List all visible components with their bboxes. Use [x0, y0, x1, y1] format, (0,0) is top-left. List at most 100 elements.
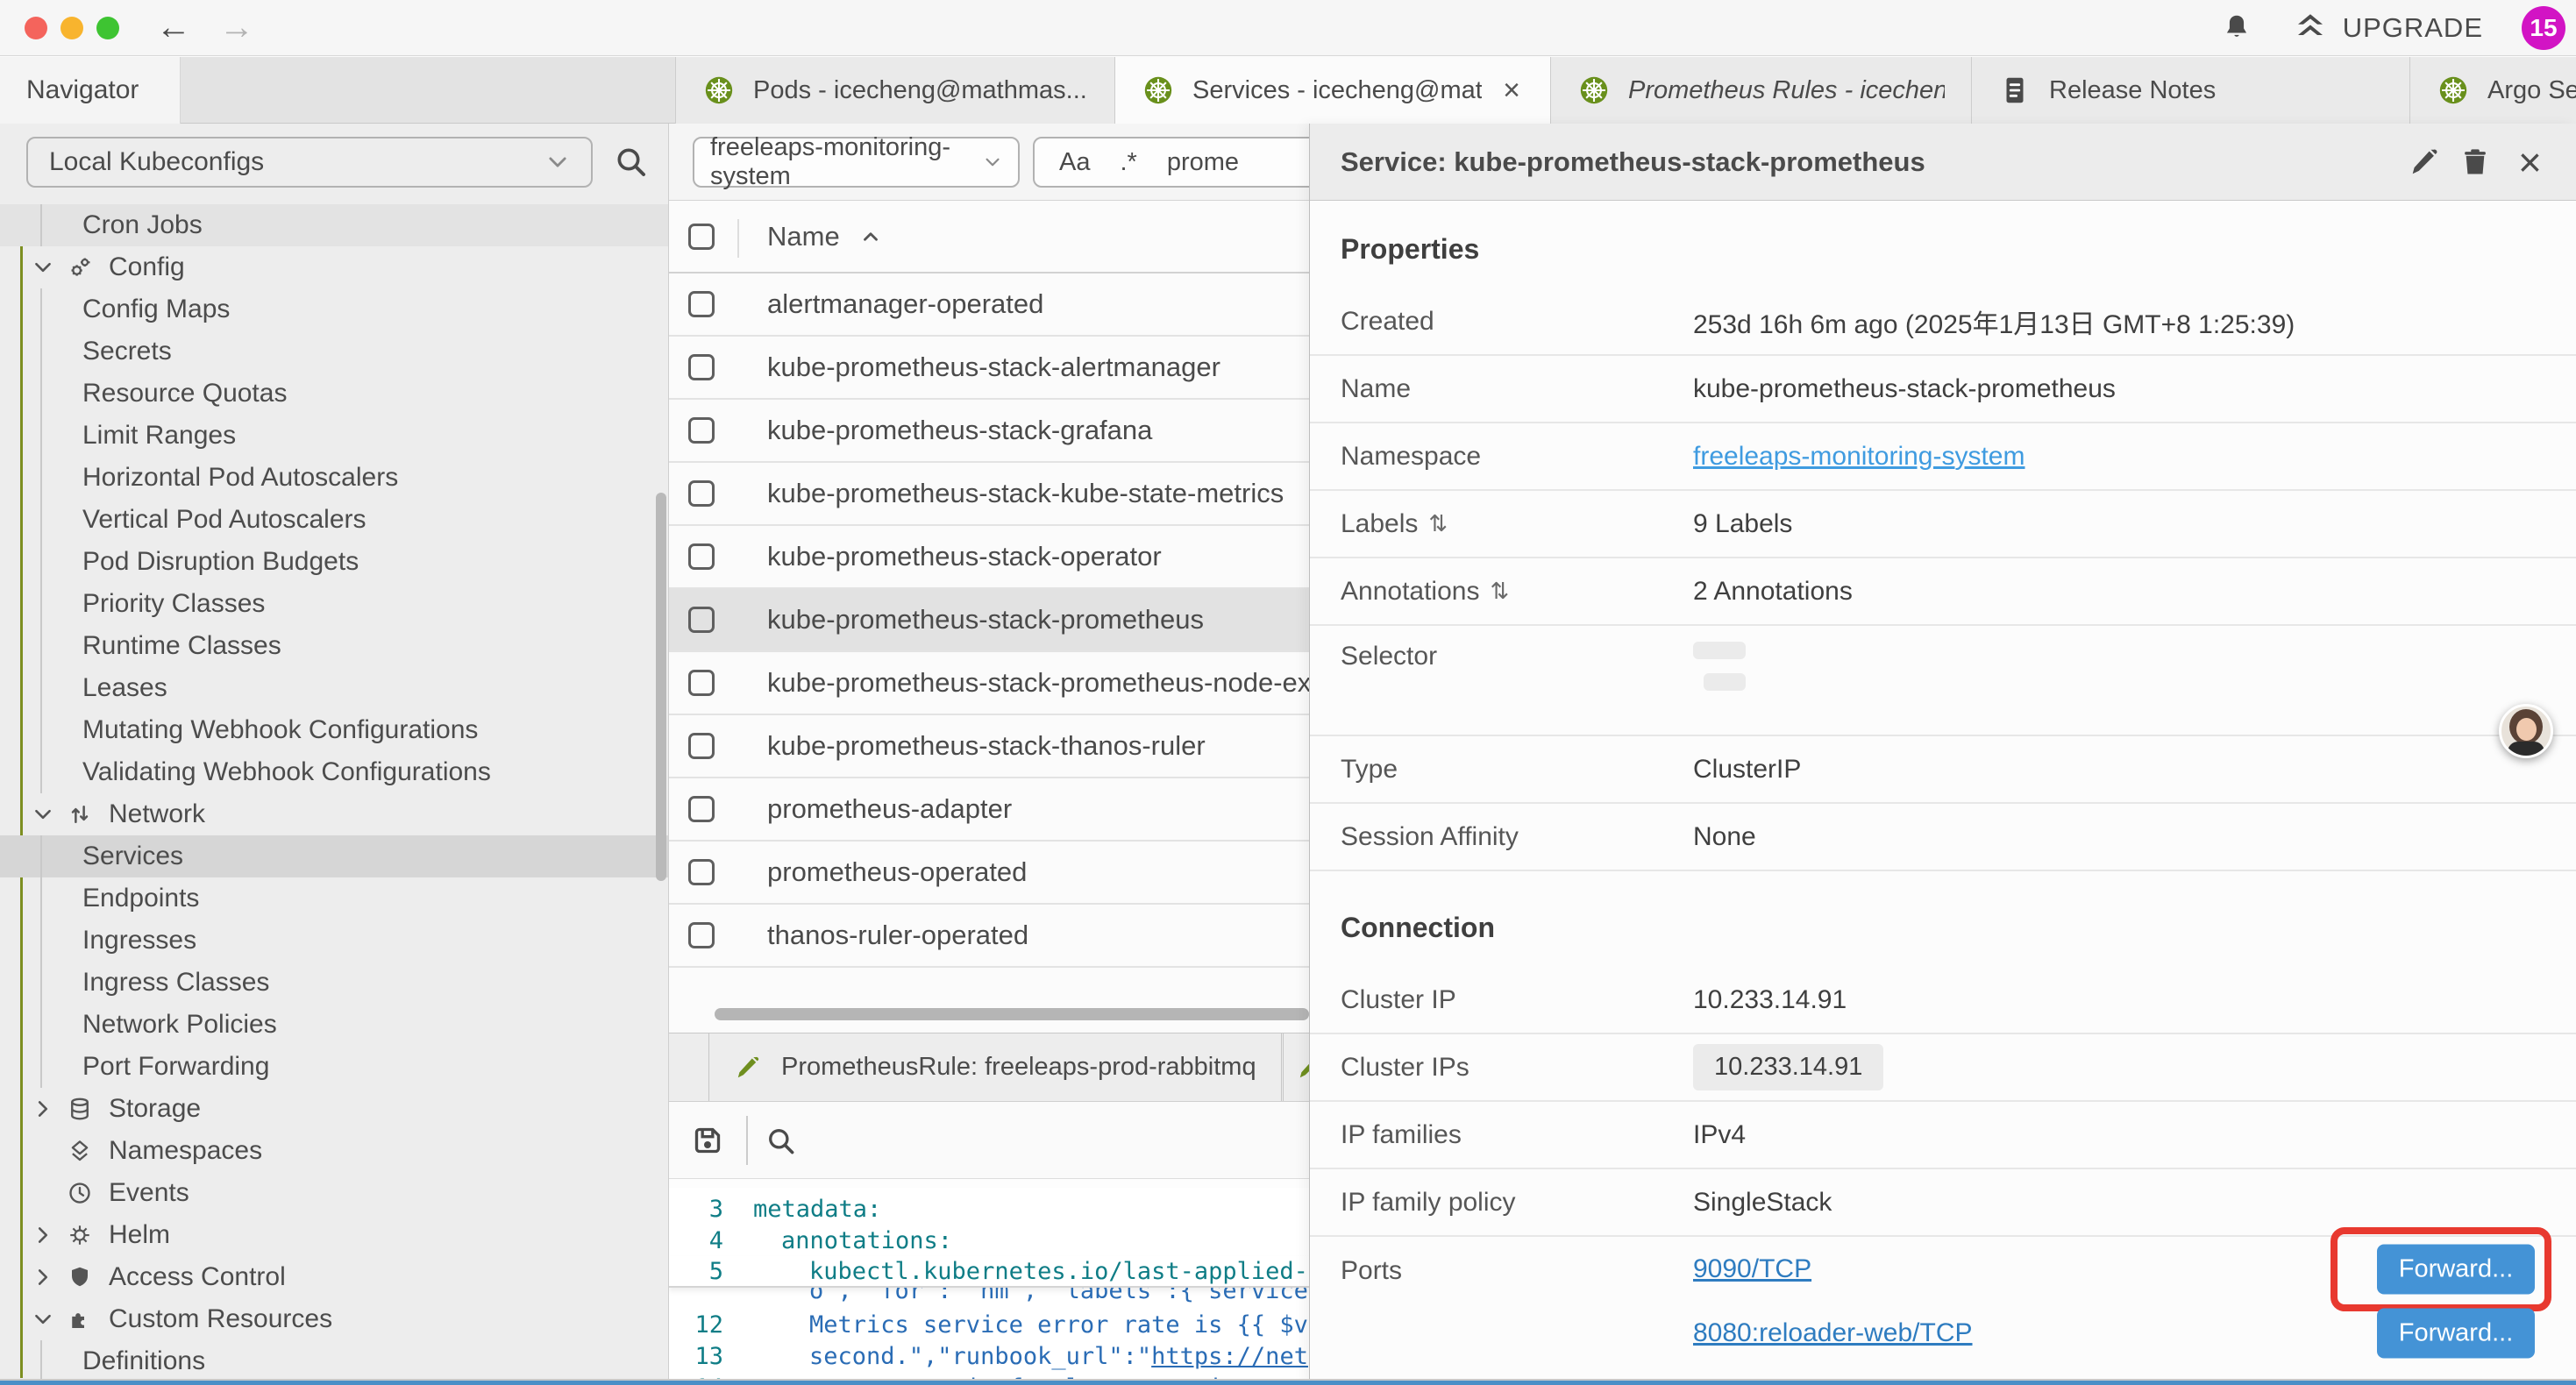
sidebar-tree-item[interactable]: Priority Classes — [0, 583, 668, 625]
app-tab[interactable]: Argo Se — [2410, 57, 2576, 124]
yaml-editor[interactable]: 3 metadata: 4 annotations: 5 kubectl.kub… — [669, 1188, 1309, 1385]
tree-chevron-icon[interactable] — [32, 1097, 67, 1120]
notification-count-badge[interactable]: 15 — [2522, 6, 2565, 50]
labels-label[interactable]: Labels⇅ — [1341, 509, 1693, 539]
sidebar-tree-item[interactable]: Secrets — [0, 330, 668, 373]
editor-tab-partial[interactable] — [1283, 1033, 1309, 1101]
sidebar-tree-item[interactable]: Config — [0, 246, 668, 288]
editor-search-icon[interactable] — [765, 1126, 797, 1157]
avatar[interactable] — [2499, 704, 2553, 758]
sidebar-tree-item[interactable]: Endpoints — [0, 877, 668, 920]
row-checkbox[interactable] — [688, 480, 715, 507]
row-checkbox[interactable] — [688, 417, 715, 444]
sidebar-tree-item[interactable]: Namespaces — [0, 1130, 668, 1172]
edit-pencil-icon[interactable] — [2408, 146, 2441, 179]
sidebar-tree-item[interactable]: Pod Disruption Budgets — [0, 541, 668, 583]
sidebar-search-icon[interactable] — [614, 145, 649, 180]
upgrade-button[interactable]: UPGRADE — [2292, 10, 2483, 46]
namespace-select[interactable]: freeleaps-monitoring-system — [693, 137, 1020, 188]
table-search-input[interactable]: Aa .* prome — [1033, 137, 1309, 188]
name-column-header[interactable]: Name — [767, 221, 882, 252]
table-row[interactable]: kube-prometheus-stack-kube-state-metrics — [669, 463, 1309, 526]
namespace-link[interactable]: freeleaps-monitoring-system — [1693, 442, 2025, 472]
close-window-button[interactable] — [25, 17, 47, 39]
sidebar-tree-item[interactable]: Vertical Pod Autoscalers — [0, 499, 668, 541]
row-checkbox[interactable] — [688, 670, 715, 696]
horizontal-scrollbar[interactable] — [669, 1005, 1309, 1024]
port-link[interactable]: 8080:reloader-web/TCP — [1693, 1318, 1973, 1348]
forward-button[interactable]: Forward... — [2377, 1244, 2535, 1294]
row-checkbox[interactable] — [688, 543, 715, 570]
port-link[interactable]: 9090/TCP — [1693, 1254, 1811, 1284]
tree-chevron-icon[interactable] — [32, 1266, 67, 1289]
table-row[interactable]: alertmanager-operated — [669, 273, 1309, 337]
app-tab[interactable]: Release Notes — [1972, 57, 2410, 124]
cluster-ip-label: Cluster IP — [1341, 985, 1693, 1015]
editor-tab[interactable]: PrometheusRule: freeleaps-prod-rabbitmq — [708, 1033, 1282, 1101]
sidebar-tree-item[interactable]: Validating Webhook Configurations — [0, 751, 668, 793]
sidebar-tree-item[interactable]: Limit Ranges — [0, 415, 668, 457]
sidebar-tree-item[interactable]: Leases — [0, 667, 668, 709]
sidebar-tree-item[interactable]: Cron Jobs — [0, 204, 668, 246]
table-row[interactable]: kube-prometheus-stack-thanos-ruler — [669, 715, 1309, 778]
app-tab[interactable]: Prometheus Rules - icecheng... — [1551, 57, 1972, 124]
app-tab[interactable]: Services - icecheng@math... × — [1115, 57, 1551, 124]
save-icon[interactable] — [690, 1123, 725, 1158]
row-checkbox[interactable] — [688, 859, 715, 885]
sidebar-tree-item[interactable]: Ingress Classes — [0, 962, 668, 1004]
tree-chevron-icon[interactable] — [32, 256, 67, 279]
row-checkbox[interactable] — [688, 354, 715, 380]
table-row[interactable]: prometheus-adapter — [669, 778, 1309, 842]
sidebar-tree-item[interactable]: Mutating Webhook Configurations — [0, 709, 668, 751]
table-row[interactable]: prometheus-operated — [669, 842, 1309, 905]
table-row[interactable]: kube-prometheus-stack-prometheus — [669, 589, 1309, 652]
minimize-window-button[interactable] — [60, 17, 83, 39]
table-row[interactable]: kube-prometheus-stack-alertmanager — [669, 337, 1309, 400]
tab-navigator[interactable]: Navigator — [0, 57, 181, 124]
table-row[interactable]: kube-prometheus-stack-prometheus-node-ex… — [669, 652, 1309, 715]
tree-chevron-icon[interactable] — [32, 1224, 67, 1246]
indent-guide — [40, 709, 42, 751]
tree-chevron-icon[interactable] — [32, 1308, 67, 1331]
table-row[interactable]: kube-prometheus-stack-grafana — [669, 400, 1309, 463]
app-tab[interactable]: Pods - icecheng@mathmas... — [675, 57, 1115, 124]
maximize-window-button[interactable] — [96, 17, 119, 39]
sidebar-tree-item[interactable]: Custom Resources — [0, 1298, 668, 1340]
row-checkbox[interactable] — [688, 291, 715, 317]
row-checkbox[interactable] — [688, 607, 715, 633]
regex-toggle[interactable]: .* — [1120, 148, 1136, 177]
sidebar-tree-item[interactable]: Horizontal Pod Autoscalers — [0, 457, 668, 499]
row-checkbox[interactable] — [688, 733, 715, 759]
kubeconfig-select[interactable]: Local Kubeconfigs — [26, 137, 593, 188]
sidebar-tree-item[interactable]: Services — [0, 835, 668, 877]
sidebar-tree-item[interactable]: Ingresses — [0, 920, 668, 962]
back-icon[interactable]: ← — [156, 8, 191, 47]
sidebar-tree-item[interactable]: Access Control — [0, 1256, 668, 1298]
sidebar-scrollbar[interactable] — [656, 493, 666, 881]
match-case-toggle[interactable]: Aa — [1059, 148, 1090, 177]
sidebar-tree-item[interactable]: Resource Quotas — [0, 373, 668, 415]
delete-trash-icon[interactable] — [2459, 146, 2492, 179]
sidebar-tree-item[interactable]: Storage — [0, 1088, 668, 1130]
forward-icon[interactable]: → — [219, 8, 254, 47]
forward-button[interactable]: Forward... — [2377, 1308, 2535, 1358]
row-checkbox[interactable] — [688, 796, 715, 822]
select-all-checkbox[interactable] — [688, 224, 715, 250]
tree-chevron-icon[interactable] — [32, 803, 67, 826]
table-row[interactable]: thanos-ruler-operated — [669, 905, 1309, 968]
row-checkbox[interactable] — [688, 922, 715, 948]
code-link[interactable]: https://net — [1151, 1343, 1308, 1370]
notifications-bell-icon[interactable] — [2220, 11, 2253, 45]
annotations-label[interactable]: Annotations⇅ — [1341, 577, 1693, 607]
sidebar-tree-item[interactable]: Port Forwarding — [0, 1046, 668, 1088]
table-row[interactable]: kube-prometheus-stack-operator — [669, 526, 1309, 589]
close-icon[interactable]: × — [2518, 142, 2542, 182]
sidebar-tree-item[interactable]: Definitions — [0, 1340, 668, 1382]
tab-close-icon[interactable]: × — [1499, 74, 1524, 108]
sidebar-tree-item[interactable]: Network — [0, 793, 668, 835]
sidebar-tree-item[interactable]: Events — [0, 1172, 668, 1214]
sidebar-tree-item[interactable]: Helm — [0, 1214, 668, 1256]
sidebar-tree-item[interactable]: Config Maps — [0, 288, 668, 330]
sidebar-tree-item[interactable]: Runtime Classes — [0, 625, 668, 667]
sidebar-tree-item[interactable]: Network Policies — [0, 1004, 668, 1046]
